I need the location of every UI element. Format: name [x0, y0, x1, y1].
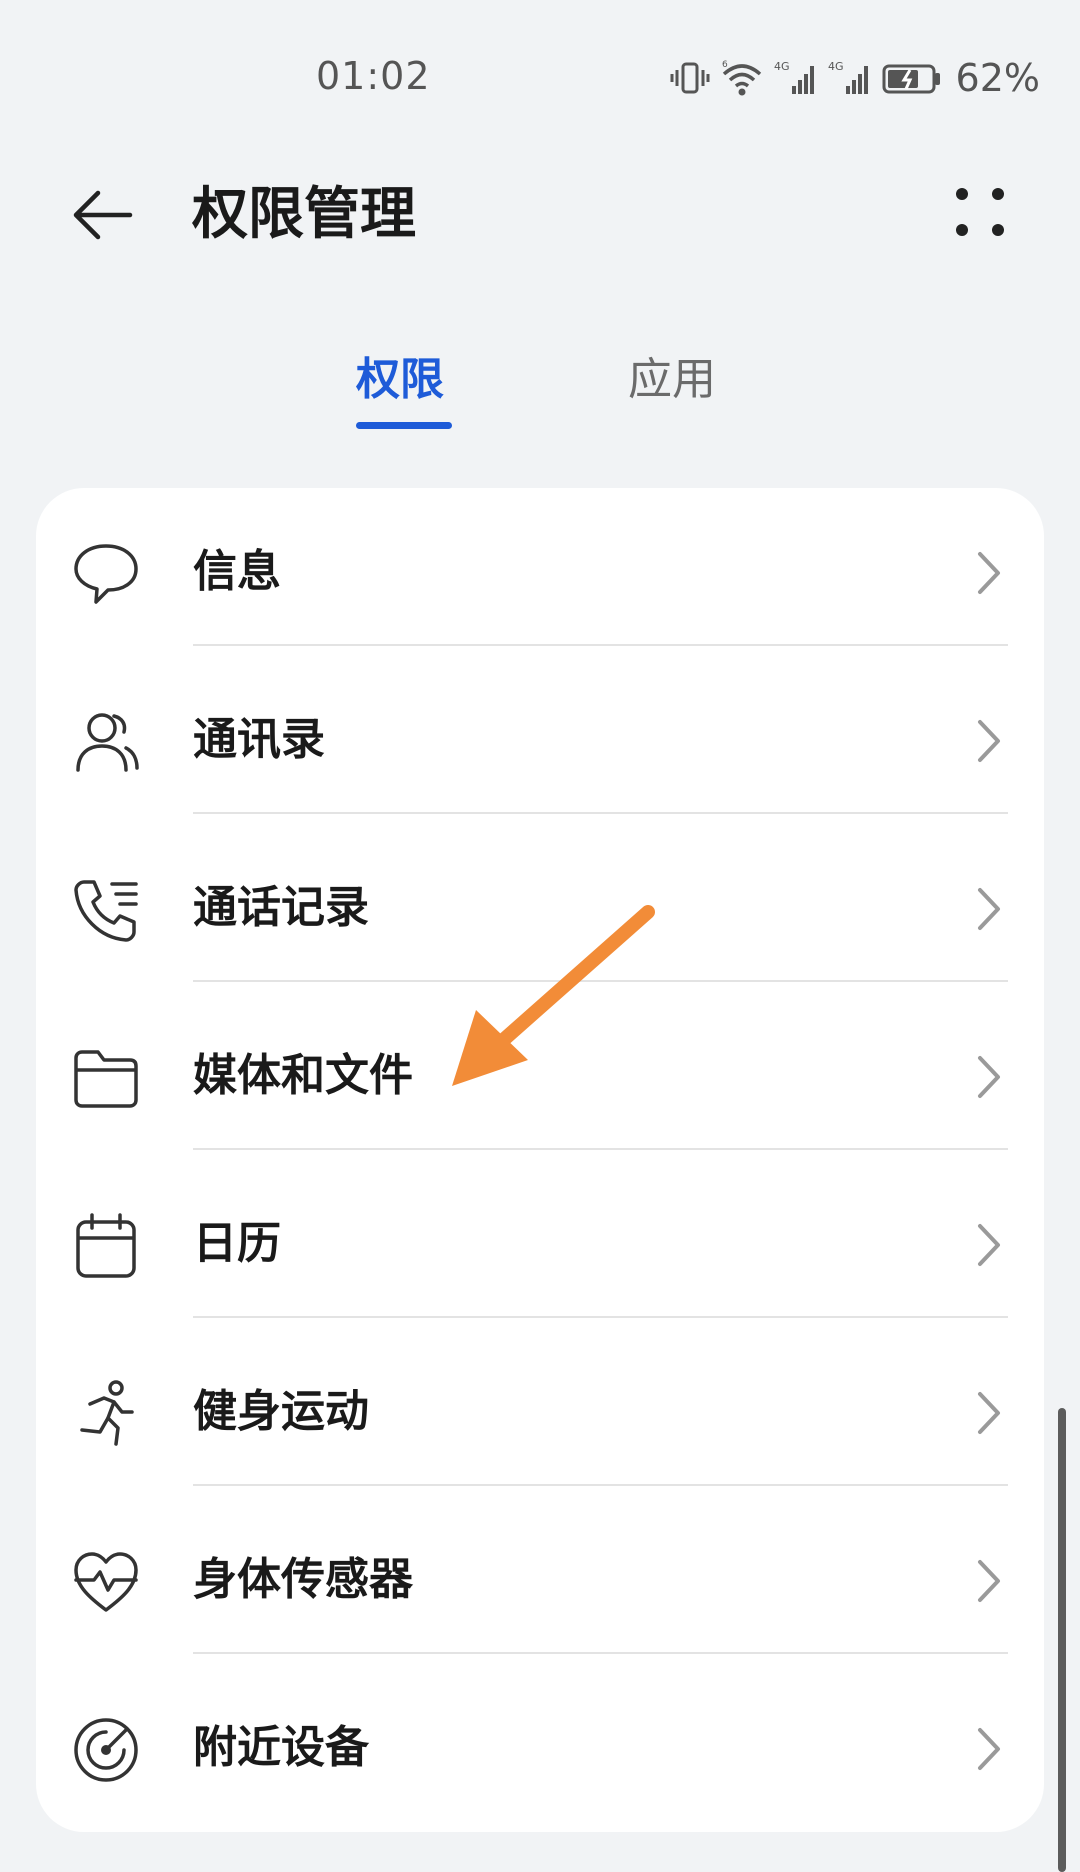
- tab-permissions[interactable]: 权限: [356, 350, 444, 410]
- chevron-right-icon: [978, 1392, 1000, 1434]
- divider: [193, 1148, 1008, 1150]
- permission-item-calendar[interactable]: 日历: [36, 1160, 1044, 1328]
- permission-label: 媒体和文件: [193, 1050, 413, 1101]
- permission-item-call-log[interactable]: 通话记录: [36, 824, 1044, 992]
- permission-label: 通讯录: [193, 714, 325, 765]
- divider: [193, 644, 1008, 646]
- chevron-right-icon: [978, 552, 1000, 594]
- permission-label: 日历: [193, 1218, 281, 1269]
- permission-label: 通话记录: [193, 882, 369, 933]
- svg-text:6: 6: [722, 60, 728, 70]
- permissions-list: 信息 通讯录 通话记录 媒体和文件 日历 健身运动 身体传感器 附近设备: [36, 488, 1044, 1832]
- permission-label: 信息: [193, 546, 281, 597]
- calendar-icon: [76, 1213, 136, 1278]
- message-bubble-icon: [74, 544, 138, 604]
- chevron-right-icon: [978, 888, 1000, 930]
- battery-icon: [882, 64, 940, 94]
- svg-text:4G: 4G: [828, 60, 844, 73]
- back-arrow-icon: [73, 190, 133, 240]
- contacts-icon: [76, 713, 139, 772]
- permission-item-messages[interactable]: 信息: [36, 488, 1044, 656]
- status-bar: 01:02 6 4G 4G 62%: [0, 0, 1080, 160]
- chevron-right-icon: [978, 1728, 1000, 1770]
- chevron-right-icon: [978, 1056, 1000, 1098]
- running-icon: [80, 1380, 134, 1446]
- tab-active-indicator: [356, 422, 452, 429]
- permission-item-body-sensors[interactable]: 身体传感器: [36, 1496, 1044, 1664]
- signal-4g-icon: 4G: [828, 60, 868, 94]
- permission-label: 身体传感器: [193, 1554, 413, 1605]
- divider: [193, 1484, 1008, 1486]
- vibrate-icon: [670, 62, 710, 94]
- permission-item-contacts[interactable]: 通讯录: [36, 656, 1044, 824]
- chevron-right-icon: [978, 1560, 1000, 1602]
- status-icons: 6 4G 4G 62%: [670, 56, 1040, 100]
- permission-label: 健身运动: [193, 1386, 369, 1437]
- permission-label: 附近设备: [193, 1722, 369, 1773]
- permission-item-fitness[interactable]: 健身运动: [36, 1328, 1044, 1496]
- scrollbar[interactable]: [1058, 1408, 1066, 1872]
- heart-pulse-icon: [74, 1552, 138, 1612]
- divider: [193, 1316, 1008, 1318]
- call-log-icon: [74, 880, 138, 942]
- battery-percent: 62%: [955, 56, 1040, 100]
- nearby-radar-icon: [74, 1718, 138, 1782]
- folder-icon: [74, 1050, 138, 1108]
- tab-bar: 权限 应用: [0, 340, 1080, 440]
- back-button[interactable]: [62, 180, 142, 250]
- chevron-right-icon: [978, 1224, 1000, 1266]
- chevron-right-icon: [978, 720, 1000, 762]
- status-time: 01:02: [316, 54, 431, 98]
- more-dots-icon: [956, 188, 1004, 236]
- permission-item-media-files[interactable]: 媒体和文件: [36, 992, 1044, 1160]
- signal-4g-icon: 4G: [774, 60, 814, 94]
- svg-text:4G: 4G: [774, 60, 790, 73]
- page-title: 权限管理: [192, 182, 416, 247]
- wifi-6-icon: 6: [722, 60, 761, 96]
- divider: [193, 980, 1008, 982]
- divider: [193, 1652, 1008, 1654]
- app-bar: 权限管理: [0, 150, 1080, 280]
- tab-apps[interactable]: 应用: [628, 350, 716, 410]
- divider: [193, 812, 1008, 814]
- more-button[interactable]: [940, 180, 1020, 250]
- permission-item-nearby-devices[interactable]: 附近设备: [36, 1664, 1044, 1832]
